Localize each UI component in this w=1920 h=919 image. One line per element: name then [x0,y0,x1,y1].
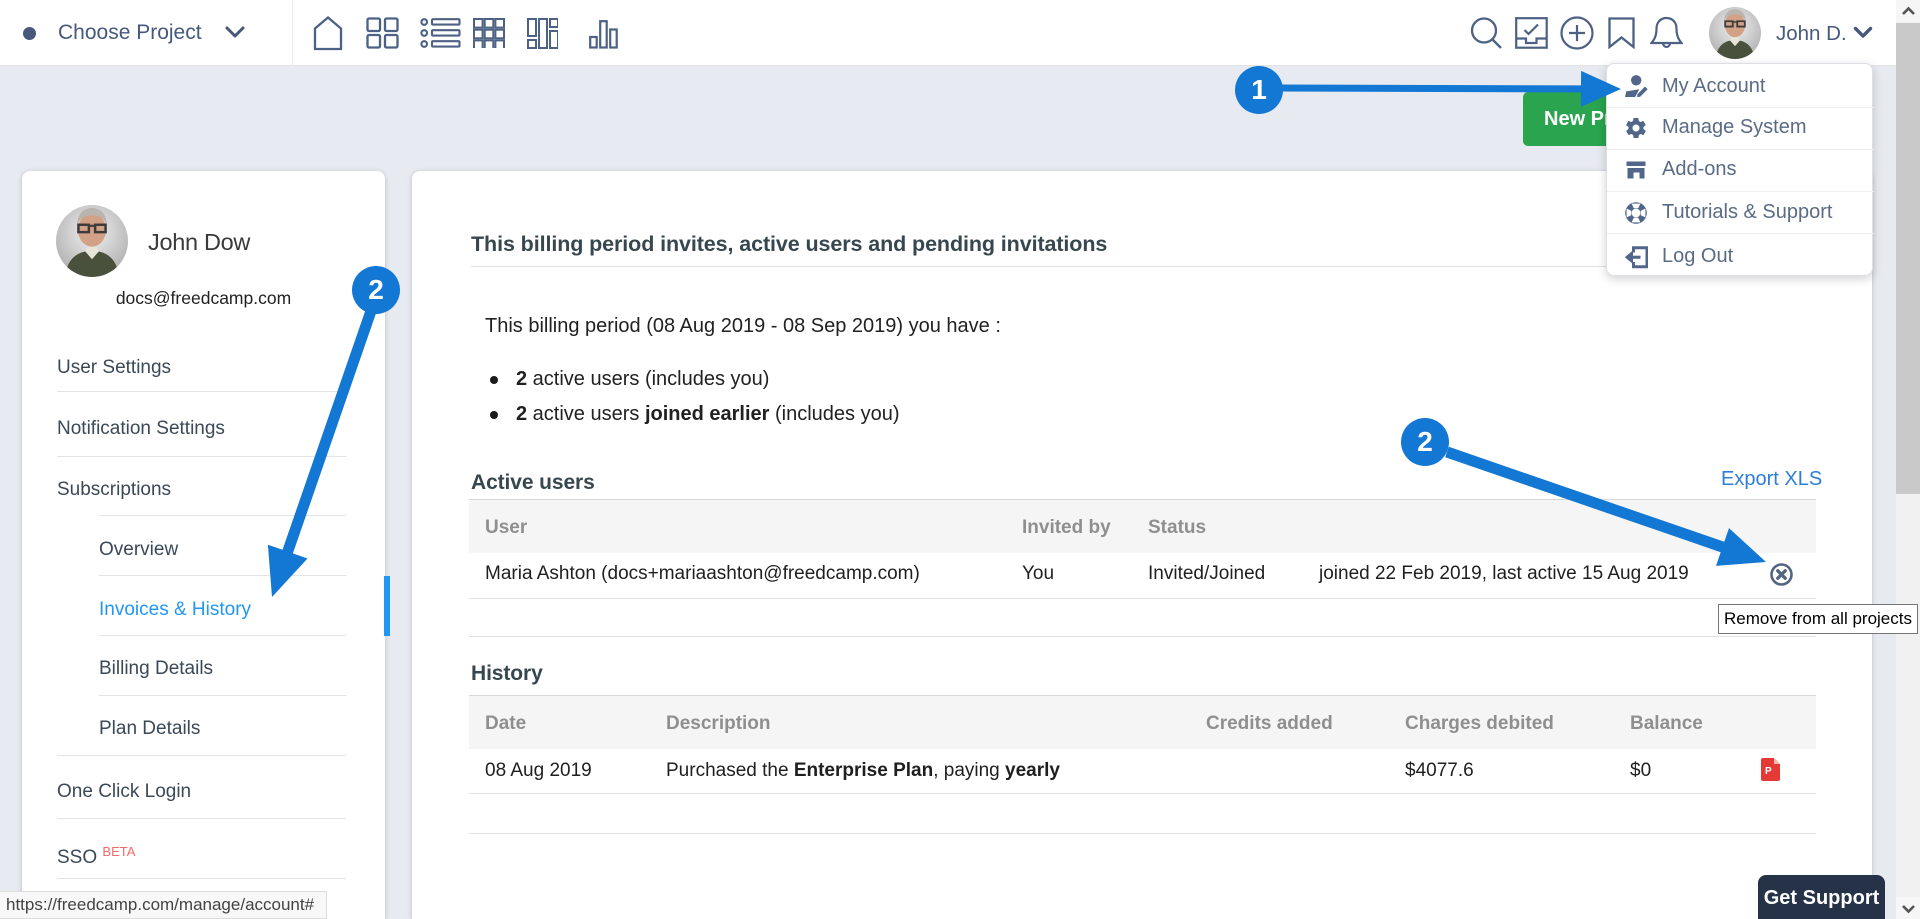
svg-text:P: P [1765,766,1772,777]
